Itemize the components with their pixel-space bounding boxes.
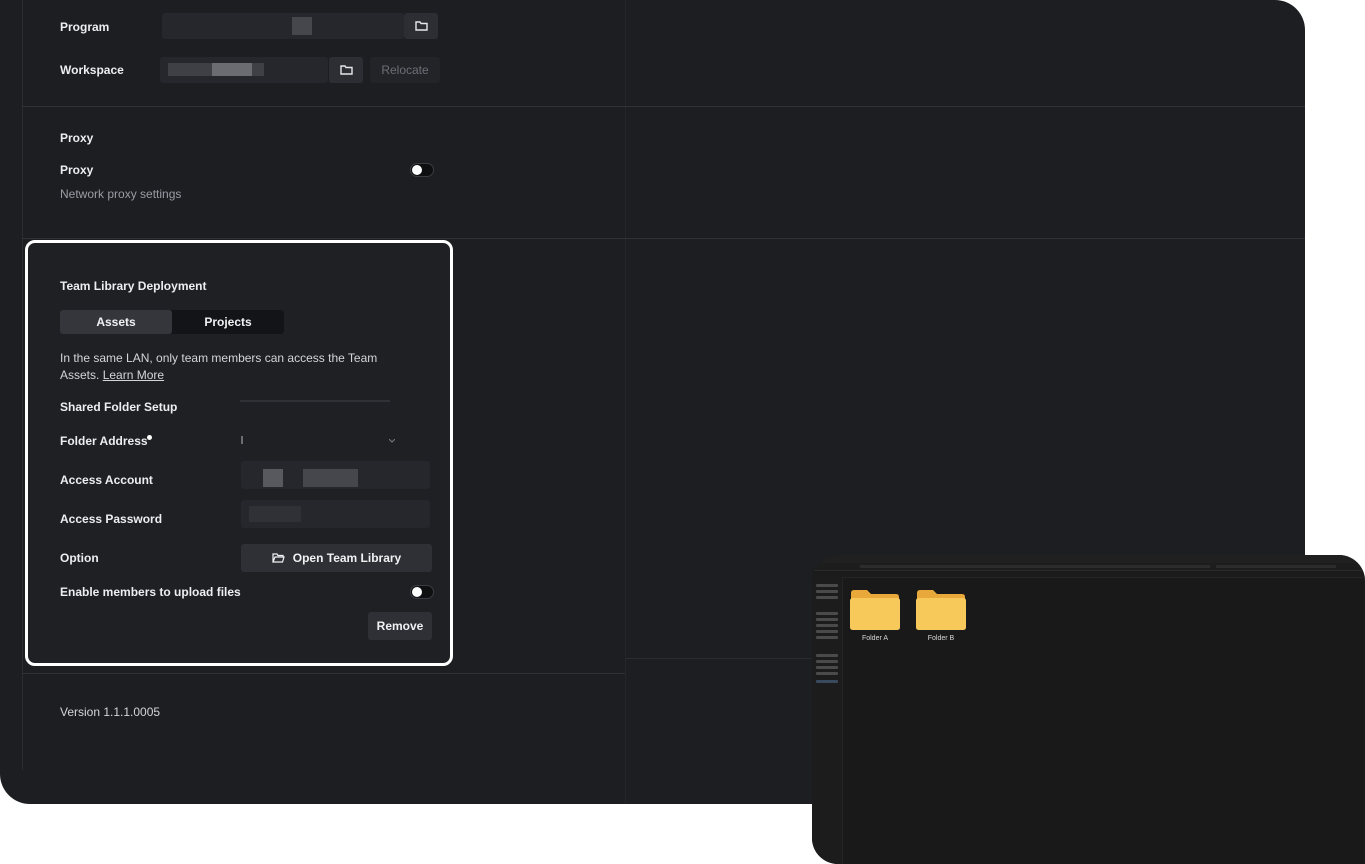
divider [22,238,1305,239]
sidebar-item[interactable] [816,630,838,633]
open-team-library-button[interactable]: Open Team Library [241,544,432,572]
shared-folder-setup-label: Shared Folder Setup [60,400,178,414]
team-library-title: Team Library Deployment [60,279,207,293]
folder-item[interactable]: Folder A [849,589,901,642]
proxy-toggle-label: Proxy [60,163,94,177]
sidebar-item[interactable] [816,660,838,663]
sidebar-item[interactable] [816,612,838,615]
upload-toggle[interactable] [410,585,434,599]
toggle-knob [412,587,422,597]
redacted-text [263,469,283,487]
access-password-field[interactable] [241,500,430,528]
folder-address-label: Folder Address [60,434,148,448]
team-library-description: In the same LAN, only team members can a… [60,350,400,384]
address-input[interactable] [860,565,1210,568]
file-explorer-window: Folder A Folder B [812,555,1365,864]
redacted-text [292,17,312,35]
explorer-addressbar [812,563,1365,571]
remove-button[interactable]: Remove [368,612,432,640]
folder-address-select[interactable] [240,428,400,454]
redacted-text [249,506,301,522]
explorer-titlebar [812,555,1365,563]
folder-icon [414,21,428,31]
explorer-sidebar [812,577,843,864]
sidebar-item[interactable] [816,672,838,675]
sidebar-item[interactable] [816,584,838,587]
folder-name: Folder B [927,635,955,642]
sidebar-item[interactable] [816,596,838,599]
learn-more-link[interactable]: Learn More [103,368,164,382]
sidebar-item[interactable] [816,636,838,639]
folder-name: Folder A [861,635,889,642]
left-rule [22,0,23,770]
program-browse-button[interactable] [404,13,438,39]
sidebar-item[interactable] [816,590,838,593]
upload-toggle-label: Enable members to upload files [60,585,241,599]
tab-projects[interactable]: Projects [172,310,284,334]
redacted-text [212,63,252,76]
access-password-label: Access Password [60,512,163,526]
proxy-section-title: Proxy [60,131,94,145]
chevron-down-icon [389,439,395,443]
proxy-toggle[interactable] [410,163,434,177]
folder-icon [850,590,900,630]
open-team-library-label: Open Team Library [292,551,402,565]
explorer-toolbar [812,571,1365,578]
toggle-knob [412,165,422,175]
redacted-text [240,400,390,402]
divider [22,673,625,674]
required-dot [147,435,152,440]
folder-icon [916,590,966,630]
access-account-label: Access Account [60,473,153,487]
sidebar-item[interactable] [816,624,838,627]
sidebar-item[interactable] [816,666,838,669]
sidebar-item-network[interactable] [816,680,838,683]
option-label: Option [60,551,99,565]
divider [22,106,1305,107]
folder-open-icon [271,553,285,563]
sidebar-item[interactable] [816,654,838,657]
workspace-label: Workspace [60,63,124,77]
center-rule [625,0,626,804]
sidebar-item[interactable] [816,618,838,621]
workspace-browse-button[interactable] [329,57,363,83]
access-account-field[interactable] [241,461,430,489]
team-library-tabs: Assets Projects [60,310,284,334]
version-text: Version 1.1.1.0005 [60,705,161,719]
proxy-description: Network proxy settings [60,187,182,201]
folder-item[interactable]: Folder B [915,589,967,642]
program-path-field[interactable] [162,13,404,39]
workspace-path-field[interactable] [160,57,328,83]
tab-assets[interactable]: Assets [60,310,172,334]
search-input[interactable] [1216,565,1336,568]
redacted-text [303,469,358,487]
program-label: Program [60,20,110,34]
folder-icon [339,65,353,75]
redacted-text [241,436,243,444]
relocate-button[interactable]: Relocate [370,57,440,83]
